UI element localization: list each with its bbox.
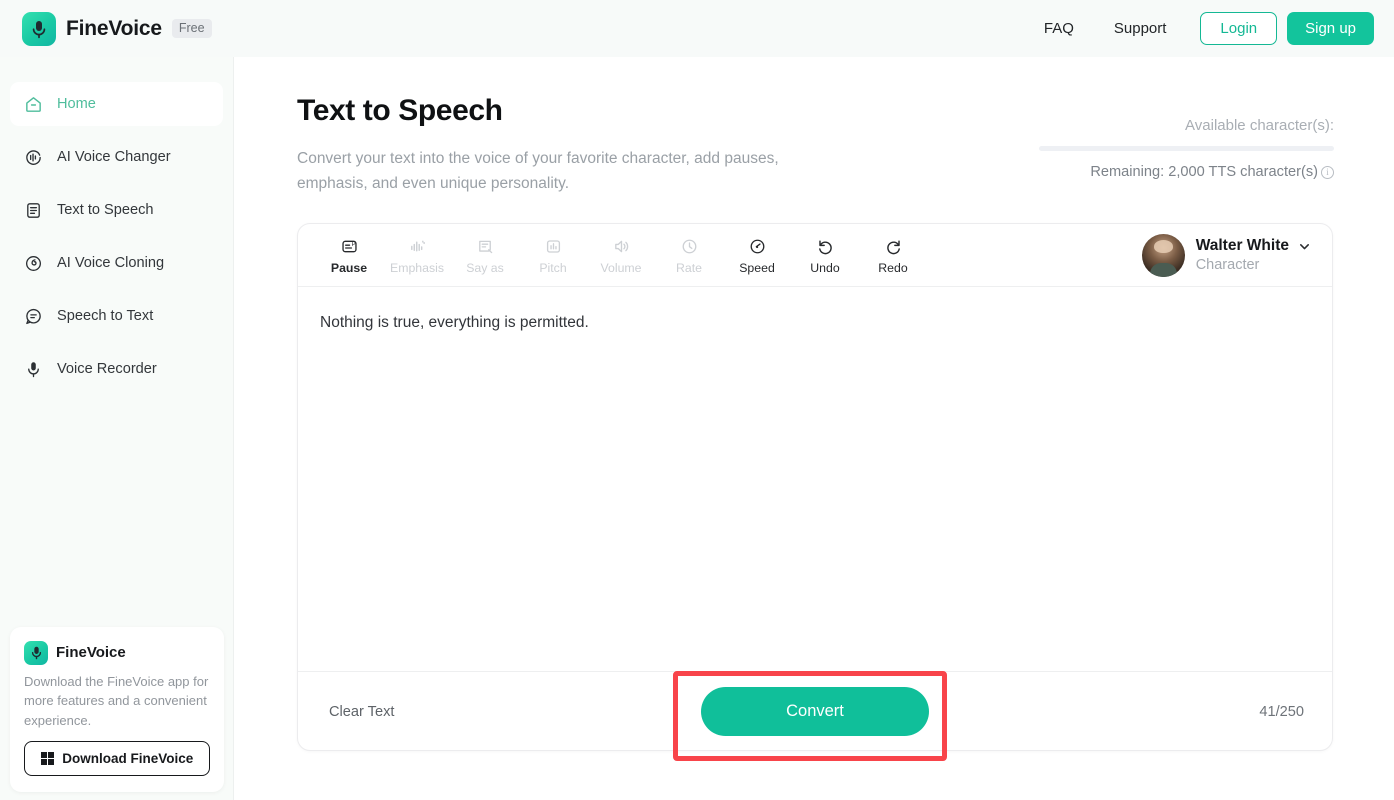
speaker-icon bbox=[612, 236, 631, 256]
quota-progress-bar bbox=[1039, 146, 1334, 151]
promo-header: FineVoice bbox=[24, 640, 210, 665]
page-subtitle: Convert your text into the voice of your… bbox=[297, 150, 779, 193]
sidebar-item-label: AI Voice Changer bbox=[57, 149, 171, 165]
tool-redo[interactable]: Redo bbox=[859, 236, 927, 275]
sidebar-item-label: Home bbox=[57, 96, 96, 112]
microphone-icon bbox=[23, 359, 44, 380]
document-lines-icon bbox=[23, 200, 44, 221]
sidebar-item-label: Speech to Text bbox=[57, 308, 154, 324]
waveform-icon bbox=[408, 236, 427, 256]
tts-editor-card: P Pause Emphasis Say as Pitch Volume Rat… bbox=[297, 223, 1333, 751]
download-button-label: Download FineVoice bbox=[62, 751, 194, 766]
pause-tag-icon: P bbox=[340, 236, 359, 256]
editor-footer: Clear Text Convert 41/250 bbox=[298, 671, 1332, 751]
tool-volume[interactable]: Volume bbox=[587, 236, 655, 275]
tool-pause[interactable]: P Pause bbox=[315, 236, 383, 275]
sidebar-item-label: Voice Recorder bbox=[57, 361, 157, 377]
quota-remaining: Remaining: 2,000 TTS character(s) i bbox=[1034, 164, 1334, 180]
windows-icon bbox=[40, 751, 55, 766]
sidebar-item-voice-recorder[interactable]: Voice Recorder bbox=[10, 347, 223, 391]
pitch-bars-icon bbox=[544, 236, 563, 256]
say-as-icon bbox=[476, 236, 495, 256]
promo-description: Download the FineVoice app for more feat… bbox=[24, 673, 209, 728]
sidebar-item-ai-voice-changer[interactable]: AI Voice Changer bbox=[10, 135, 223, 179]
chevron-down-icon[interactable] bbox=[1298, 240, 1311, 253]
redo-icon bbox=[884, 236, 903, 256]
microphone-icon bbox=[24, 640, 48, 665]
gauge-icon bbox=[748, 236, 767, 256]
character-info: Walter White Character bbox=[1196, 237, 1311, 273]
app-root: FineVoice Free FAQ Support Login Sign up… bbox=[0, 0, 1394, 800]
clock-icon bbox=[680, 236, 699, 256]
tool-rate[interactable]: Rate bbox=[655, 236, 723, 275]
tool-label: Pitch bbox=[539, 260, 567, 275]
nav-link-faq[interactable]: FAQ bbox=[1024, 12, 1094, 45]
info-icon[interactable]: i bbox=[1321, 165, 1334, 179]
tool-label: Emphasis bbox=[390, 260, 444, 275]
main-content: Text to Speech Convert your text into th… bbox=[234, 57, 1394, 800]
sidebar-item-home[interactable]: Home bbox=[10, 82, 223, 126]
brand-name: FineVoice bbox=[66, 16, 162, 40]
voice-clone-icon bbox=[23, 253, 44, 274]
quota-panel: Available character(s): Remaining: 2,000… bbox=[1034, 117, 1334, 180]
svg-text:P: P bbox=[351, 241, 355, 248]
quota-available-label: Available character(s): bbox=[1185, 117, 1334, 134]
clear-text-button[interactable]: Clear Text bbox=[329, 704, 394, 720]
sidebar-item-label: Text to Speech bbox=[57, 202, 154, 218]
tool-speed[interactable]: Speed bbox=[723, 236, 791, 275]
download-finevoice-button[interactable]: Download FineVoice bbox=[24, 741, 210, 776]
tool-label: Speed bbox=[739, 260, 775, 275]
speech-bubble-icon bbox=[23, 306, 44, 327]
tool-label: Rate bbox=[676, 260, 702, 275]
tool-pitch[interactable]: Pitch bbox=[519, 236, 587, 275]
tool-undo[interactable]: Undo bbox=[791, 236, 859, 275]
sidebar-item-speech-to-text[interactable]: Speech to Text bbox=[10, 294, 223, 338]
microphone-icon bbox=[22, 11, 56, 46]
promo-title: FineVoice bbox=[56, 644, 126, 661]
home-icon bbox=[23, 94, 44, 115]
tool-label: Say as bbox=[466, 260, 504, 275]
sidebar-item-ai-voice-cloning[interactable]: AI Voice Cloning bbox=[10, 241, 223, 285]
nav-link-support[interactable]: Support bbox=[1094, 12, 1187, 45]
tool-label: Volume bbox=[600, 260, 642, 275]
login-button[interactable]: Login bbox=[1200, 12, 1278, 45]
top-nav: FAQ Support Login Sign up bbox=[1024, 12, 1374, 45]
tool-label: Redo bbox=[878, 260, 908, 275]
signup-button[interactable]: Sign up bbox=[1287, 12, 1374, 45]
download-promo-card: FineVoice Download the FineVoice app for… bbox=[10, 626, 224, 792]
character-role: Character bbox=[1195, 257, 1260, 273]
tool-emphasis[interactable]: Emphasis bbox=[383, 236, 451, 275]
brand[interactable]: FineVoice Free bbox=[22, 11, 212, 46]
plan-badge: Free bbox=[171, 18, 212, 39]
tool-say-as[interactable]: Say as bbox=[451, 236, 519, 275]
text-input-area[interactable]: Nothing is true, everything is permitted… bbox=[298, 287, 1332, 671]
editor-toolbar: P Pause Emphasis Say as Pitch Volume Rat… bbox=[298, 224, 1332, 287]
convert-button[interactable]: Convert bbox=[701, 687, 929, 736]
character-selector[interactable]: Walter White Character bbox=[1141, 233, 1311, 277]
tool-label: Undo bbox=[810, 260, 840, 275]
sidebar: Home AI Voice Changer Text to Speech AI … bbox=[0, 57, 234, 800]
avatar bbox=[1141, 233, 1185, 277]
undo-icon bbox=[816, 236, 835, 256]
quota-remaining-label: Remaining: 2,000 TTS character(s) bbox=[1090, 164, 1318, 180]
top-bar: FineVoice Free FAQ Support Login Sign up bbox=[0, 0, 1394, 57]
sidebar-nav: Home AI Voice Changer Text to Speech AI … bbox=[0, 57, 233, 391]
sidebar-item-text-to-speech[interactable]: Text to Speech bbox=[10, 188, 223, 232]
character-counter: 41/250 bbox=[1259, 703, 1304, 720]
tool-label: Pause bbox=[330, 260, 368, 275]
character-name: Walter White bbox=[1195, 237, 1289, 254]
sidebar-item-label: AI Voice Cloning bbox=[57, 255, 165, 271]
voice-changer-icon bbox=[23, 147, 44, 168]
page-title: Text to Speech bbox=[297, 94, 503, 127]
